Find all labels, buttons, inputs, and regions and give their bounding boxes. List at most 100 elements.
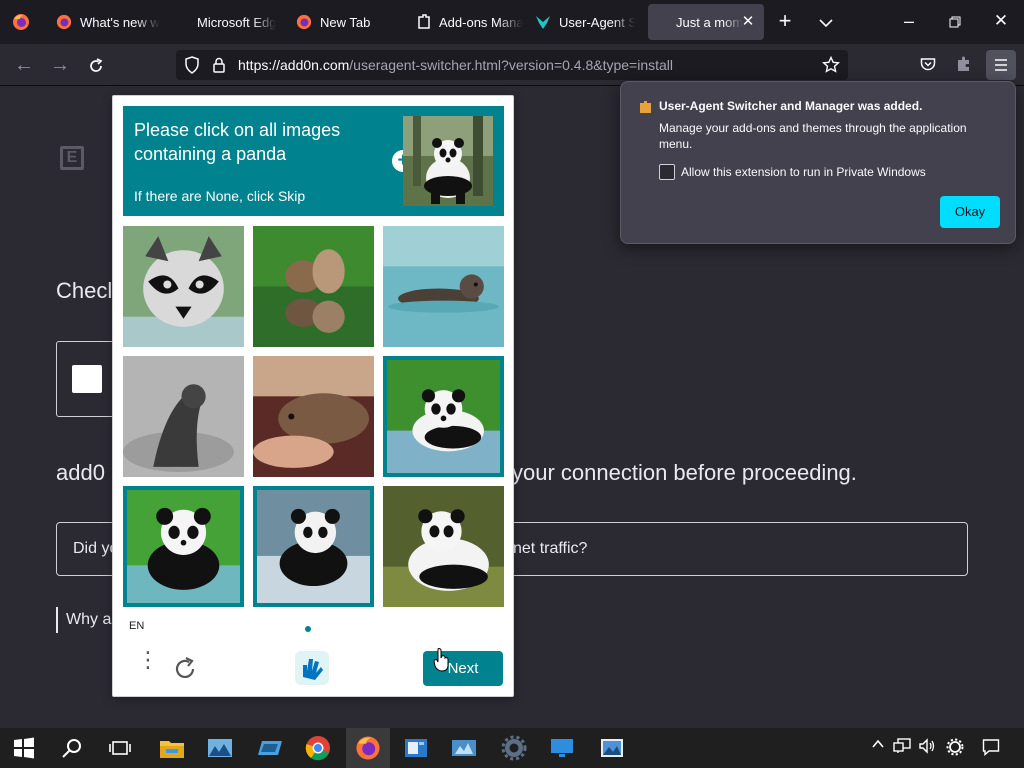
tab-label: User-Agent Sw (559, 14, 635, 30)
captcha-tile-panda-4[interactable] (383, 486, 504, 607)
restore-button[interactable] (943, 12, 967, 32)
okay-button[interactable]: Okay (940, 196, 1000, 228)
captcha-dialog: Please click on all images containing a … (112, 95, 514, 697)
captcha-tile-raccoon[interactable] (123, 226, 244, 347)
application-menu-button[interactable] (986, 50, 1016, 80)
tab-strip: What's new w Microsoft Edg New Tab Add-o… (0, 0, 1024, 44)
back-button[interactable]: ← (10, 52, 38, 80)
file-explorer-icon[interactable] (158, 734, 186, 762)
taskbar-firefox-button[interactable] (346, 728, 390, 768)
close-tab-icon[interactable]: ✕ (740, 14, 756, 30)
pocket-icon (920, 58, 936, 71)
task-view-icon[interactable] (108, 736, 132, 760)
reload-icon (90, 58, 103, 72)
captcha-tile-seal[interactable] (123, 356, 244, 477)
url-host: https://add0n.com (238, 57, 350, 73)
captcha-tile-panda-3[interactable] (253, 486, 374, 607)
shield-icon[interactable] (184, 56, 200, 74)
extension-icon (640, 101, 651, 113)
url-text: https://add0n.com/useragent-switcher.htm… (238, 57, 673, 73)
tab-addons-manager[interactable]: Add-ons Mana (417, 0, 523, 44)
captcha-tile-panda-2[interactable] (123, 486, 244, 607)
tab-microsoft-edge[interactable]: Microsoft Edg (197, 0, 277, 44)
firefox-icon (296, 14, 312, 30)
chrome-icon[interactable] (304, 734, 332, 762)
document-app-icon[interactable] (402, 734, 430, 762)
tab-label: Add-ons Mana (439, 14, 523, 30)
captcha-prompt: Please click on all images containing a … (134, 120, 341, 164)
firefox-icon (356, 736, 380, 760)
useragent-switcher-icon (536, 16, 550, 29)
pocket-button[interactable] (914, 50, 942, 78)
notification-body: Manage your add-ons and themes through t… (659, 121, 967, 151)
list-all-tabs-button[interactable] (815, 12, 837, 34)
photos-app-icon[interactable] (206, 734, 234, 762)
search-icon[interactable] (60, 736, 84, 760)
tab-useragent-switcher[interactable]: User-Agent Sw (535, 0, 635, 44)
image-viewer-icon[interactable] (598, 734, 626, 762)
control-panel-icon[interactable] (450, 734, 478, 762)
url-bar[interactable]: https://add0n.com/useragent-switcher.htm… (176, 50, 848, 80)
tab-whats-new[interactable]: What's new w (56, 0, 186, 44)
notification-title: User-Agent Switcher and Manager was adde… (659, 99, 923, 113)
camera-icon (72, 365, 102, 393)
forward-button[interactable]: → (46, 52, 74, 80)
lock-icon[interactable] (212, 57, 226, 73)
reload-button[interactable] (82, 52, 110, 80)
mouse-cursor-icon (433, 648, 449, 672)
captcha-tile-panda-1[interactable] (383, 356, 504, 477)
page-check-text: Checl (56, 278, 113, 303)
firefox-view-button[interactable] (0, 0, 42, 44)
captcha-tile-squirrel[interactable] (253, 226, 374, 347)
page-heading-left: add0 (56, 460, 105, 485)
captcha-tile-otter-on-hand[interactable] (253, 356, 374, 477)
example-panda-image (403, 116, 493, 206)
tab-label: New Tab (320, 14, 371, 30)
volume-icon[interactable] (917, 738, 937, 758)
tab-label: Microsoft Edg (197, 14, 277, 30)
tab-just-a-moment[interactable]: Just a mom ✕ (648, 4, 764, 40)
notifications-icon[interactable] (981, 738, 1001, 760)
puzzle-icon (418, 14, 430, 29)
windows-taskbar (0, 728, 1024, 768)
puzzle-icon (958, 56, 969, 71)
refresh-icon (175, 657, 195, 678)
faq-why-text: Why a (56, 607, 111, 633)
page-indicator-dot (305, 626, 311, 632)
chevron-down-icon (819, 19, 833, 28)
private-windows-label[interactable]: Allow this extension to run in Private W… (681, 165, 926, 179)
remote-desktop-icon[interactable] (548, 734, 576, 762)
firefox-icon (13, 14, 29, 30)
tab-label: What's new w (80, 14, 160, 30)
captcha-header: Please click on all images containing a … (123, 106, 504, 216)
network-icon[interactable] (892, 738, 912, 758)
addon-installed-notification: User-Agent Switcher and Manager was adde… (620, 81, 1016, 244)
url-path: /useragent-switcher.html?version=0.4.8&t… (349, 57, 674, 73)
tab-label: Just a mom (676, 14, 744, 30)
firefox-icon (56, 14, 72, 30)
restore-icon (949, 16, 961, 28)
minimize-button[interactable]: – (897, 12, 921, 32)
captcha-image-grid (123, 226, 504, 607)
show-hidden-icons-chevron-up-icon[interactable] (868, 737, 888, 755)
hcaptcha-logo-icon (295, 651, 329, 685)
site-logo-icon: E (60, 146, 84, 170)
windows-start-icon[interactable] (12, 736, 36, 760)
tab-new-tab[interactable]: New Tab (296, 0, 406, 44)
more-options-icon[interactable]: ⋮ (137, 649, 159, 682)
faq-question-right: net traffic? (513, 540, 588, 557)
bookmark-star-icon[interactable] (822, 56, 840, 74)
private-windows-checkbox[interactable] (659, 164, 675, 180)
settings-gear-icon[interactable] (500, 734, 528, 762)
close-window-button[interactable]: ✕ (989, 11, 1013, 31)
new-tab-button[interactable]: + (774, 10, 796, 33)
page-heading-right: your connection before proceeding. (512, 460, 857, 485)
mail-app-icon[interactable] (256, 734, 284, 762)
extensions-button[interactable] (950, 50, 978, 78)
hamburger-menu-icon (995, 59, 1007, 71)
settings-gear-icon[interactable] (945, 738, 965, 760)
captcha-tile-otter-swimming[interactable] (383, 226, 504, 347)
captcha-skip-hint: If there are None, click Skip (134, 188, 306, 204)
refresh-challenge-button[interactable] (171, 655, 199, 683)
language-selector[interactable]: EN (129, 620, 144, 632)
